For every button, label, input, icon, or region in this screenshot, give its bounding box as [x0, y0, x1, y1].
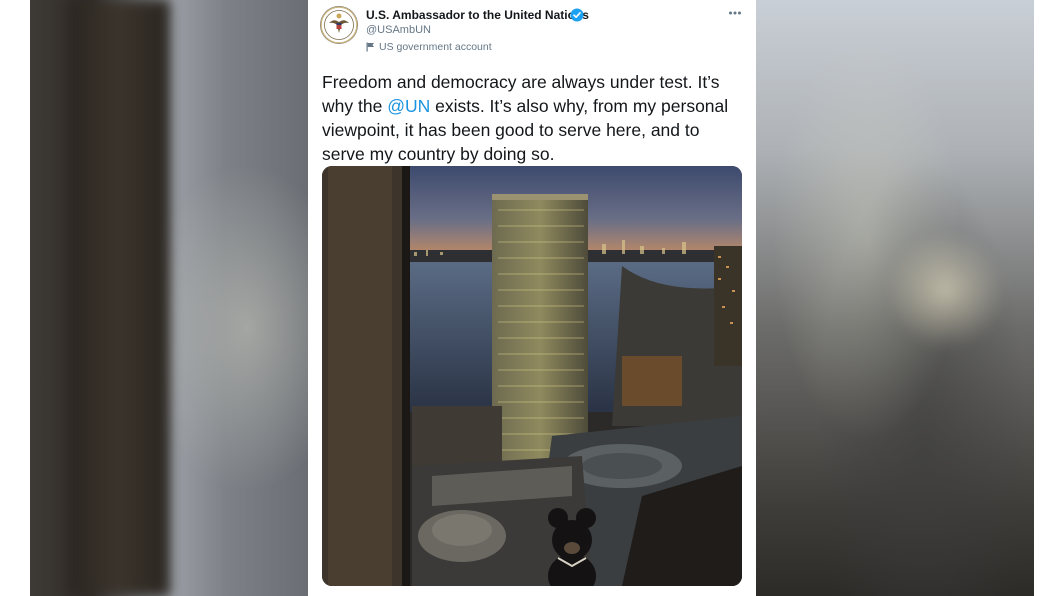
blurred-background-right [756, 0, 1034, 596]
blurred-background-left [30, 0, 308, 596]
verified-badge-icon [570, 8, 584, 22]
blurred-window-frame [68, 0, 170, 596]
state-seal-icon[interactable] [320, 6, 358, 44]
government-account-label: US government account [379, 41, 492, 53]
flag-icon [366, 42, 374, 52]
more-options-icon[interactable] [728, 8, 742, 18]
blurred-city-lights [886, 230, 1006, 350]
tweet-text: Freedom and democracy are always under t… [322, 70, 746, 166]
tweet-card[interactable]: U.S. Ambassador to the United Nations @U… [310, 0, 754, 596]
tweet-photo[interactable] [322, 166, 742, 586]
mention-link[interactable]: @UN [387, 96, 430, 116]
display-name[interactable]: U.S. Ambassador to the United Nations [366, 8, 589, 22]
user-handle[interactable]: @USAmbUN [366, 24, 431, 36]
